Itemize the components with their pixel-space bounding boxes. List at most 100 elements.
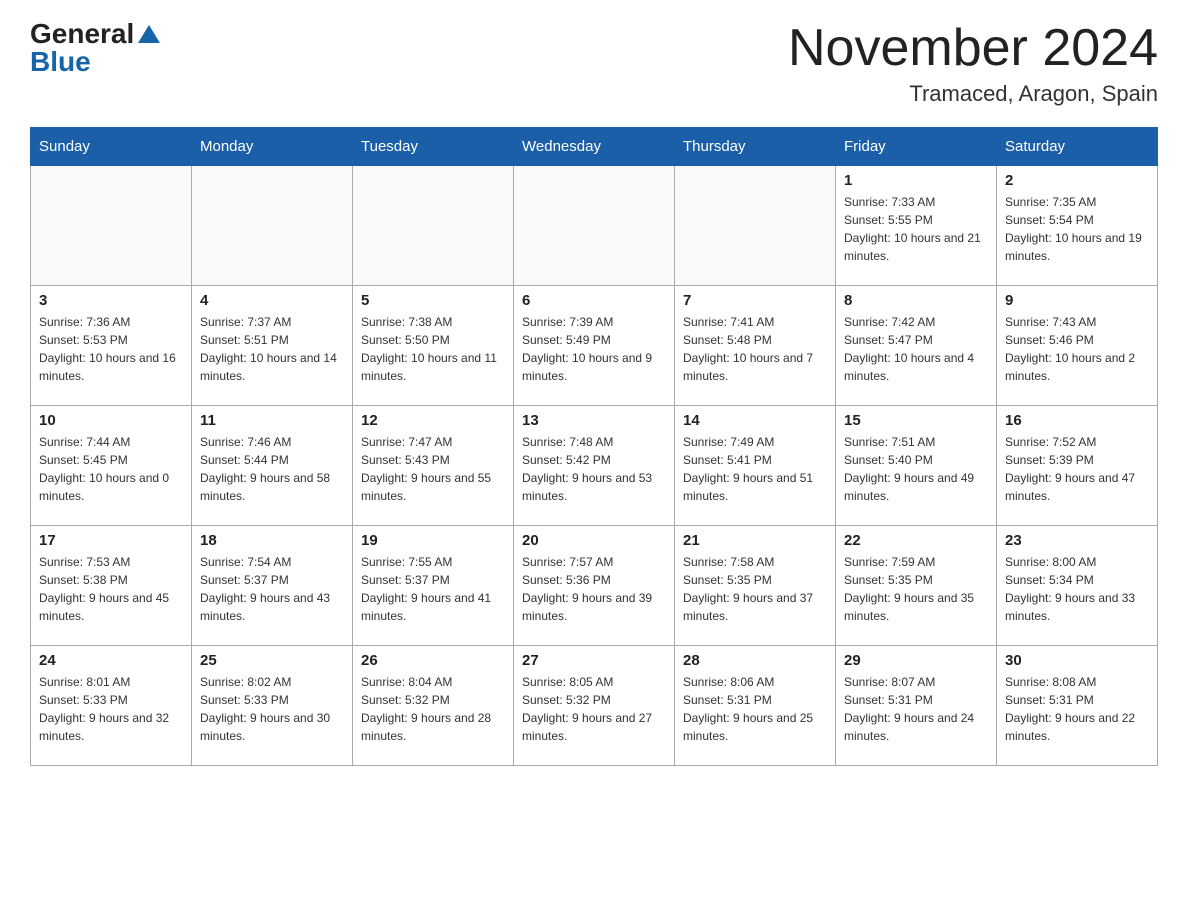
table-row: 23Sunrise: 8:00 AMSunset: 5:34 PMDayligh… xyxy=(997,526,1158,646)
table-row: 4Sunrise: 7:37 AMSunset: 5:51 PMDaylight… xyxy=(192,286,353,406)
day-info: Sunrise: 7:59 AMSunset: 5:35 PMDaylight:… xyxy=(844,553,988,625)
day-info: Sunrise: 7:55 AMSunset: 5:37 PMDaylight:… xyxy=(361,553,505,625)
day-number: 18 xyxy=(200,532,344,549)
calendar-week-row: 10 Sunrise: 7:44 AMSunset: 5:45 PMDayligh… xyxy=(31,406,1158,526)
day-number: 1 xyxy=(844,172,988,189)
calendar-week-row: 3 Sunrise: 7:36 AMSunset: 5:53 PMDaylight… xyxy=(31,286,1158,406)
table-row: 1Sunrise: 7:33 AMSunset: 5:55 PMDaylight… xyxy=(836,166,997,286)
day-info: Sunrise: 7:35 AMSunset: 5:54 PMDaylight:… xyxy=(1005,193,1149,265)
logo-blue-text: Blue xyxy=(30,48,91,76)
day-number: 4 xyxy=(200,292,344,309)
table-row: 27 Sunrise: 8:05 AMSunset: 5:32 PMDayligh… xyxy=(514,646,675,766)
day-info: Sunrise: 7:48 AMSunset: 5:42 PMDaylight:… xyxy=(522,433,666,505)
calendar-week-row: 1Sunrise: 7:33 AMSunset: 5:55 PMDaylight… xyxy=(31,166,1158,286)
col-monday: Monday xyxy=(192,128,353,166)
table-row: 30Sunrise: 8:08 AMSunset: 5:31 PMDayligh… xyxy=(997,646,1158,766)
table-row: 7 Sunrise: 7:41 AMSunset: 5:48 PMDaylight… xyxy=(675,286,836,406)
col-tuesday: Tuesday xyxy=(353,128,514,166)
day-number: 13 xyxy=(522,412,666,429)
table-row: 28 Sunrise: 8:06 AMSunset: 5:31 PMDayligh… xyxy=(675,646,836,766)
day-number: 12 xyxy=(361,412,505,429)
table-row xyxy=(514,166,675,286)
day-info: Sunrise: 7:54 AMSunset: 5:37 PMDaylight:… xyxy=(200,553,344,625)
table-row: 3 Sunrise: 7:36 AMSunset: 5:53 PMDaylight… xyxy=(31,286,192,406)
col-wednesday: Wednesday xyxy=(514,128,675,166)
table-row: 25 Sunrise: 8:02 AMSunset: 5:33 PMDayligh… xyxy=(192,646,353,766)
page-header: General Blue November 2024 Tramaced, Ara… xyxy=(30,20,1158,107)
day-number: 9 xyxy=(1005,292,1149,309)
day-info: Sunrise: 7:51 AMSunset: 5:40 PMDaylight:… xyxy=(844,433,988,505)
title-block: November 2024 Tramaced, Aragon, Spain xyxy=(788,20,1158,107)
table-row: 9 Sunrise: 7:43 AMSunset: 5:46 PMDaylight… xyxy=(997,286,1158,406)
col-saturday: Saturday xyxy=(997,128,1158,166)
table-row: 17 Sunrise: 7:53 AMSunset: 5:38 PMDayligh… xyxy=(31,526,192,646)
day-info: Sunrise: 7:36 AMSunset: 5:53 PMDaylight:… xyxy=(39,313,183,385)
day-info: Sunrise: 8:01 AMSunset: 5:33 PMDaylight:… xyxy=(39,673,183,745)
calendar-week-row: 24 Sunrise: 8:01 AMSunset: 5:33 PMDayligh… xyxy=(31,646,1158,766)
day-info: Sunrise: 7:53 AMSunset: 5:38 PMDaylight:… xyxy=(39,553,183,625)
calendar-header-row: Sunday Monday Tuesday Wednesday Thursday… xyxy=(31,128,1158,166)
table-row xyxy=(31,166,192,286)
page-title: November 2024 xyxy=(788,20,1158,77)
day-info: Sunrise: 7:58 AMSunset: 5:35 PMDaylight:… xyxy=(683,553,827,625)
table-row: 20Sunrise: 7:57 AMSunset: 5:36 PMDayligh… xyxy=(514,526,675,646)
day-number: 19 xyxy=(361,532,505,549)
day-info: Sunrise: 7:43 AMSunset: 5:46 PMDaylight:… xyxy=(1005,313,1149,385)
day-number: 28 xyxy=(683,652,827,669)
day-number: 20 xyxy=(522,532,666,549)
day-number: 8 xyxy=(844,292,988,309)
day-info: Sunrise: 7:52 AMSunset: 5:39 PMDaylight:… xyxy=(1005,433,1149,505)
day-number: 25 xyxy=(200,652,344,669)
logo: General Blue xyxy=(30,20,160,76)
day-number: 17 xyxy=(39,532,183,549)
table-row xyxy=(675,166,836,286)
col-sunday: Sunday xyxy=(31,128,192,166)
table-row: 12 Sunrise: 7:47 AMSunset: 5:43 PMDayligh… xyxy=(353,406,514,526)
table-row: 10 Sunrise: 7:44 AMSunset: 5:45 PMDayligh… xyxy=(31,406,192,526)
day-info: Sunrise: 8:00 AMSunset: 5:34 PMDaylight:… xyxy=(1005,553,1149,625)
table-row: 19 Sunrise: 7:55 AMSunset: 5:37 PMDayligh… xyxy=(353,526,514,646)
day-info: Sunrise: 7:49 AMSunset: 5:41 PMDaylight:… xyxy=(683,433,827,505)
day-info: Sunrise: 8:06 AMSunset: 5:31 PMDaylight:… xyxy=(683,673,827,745)
day-number: 14 xyxy=(683,412,827,429)
day-number: 30 xyxy=(1005,652,1149,669)
day-info: Sunrise: 8:07 AMSunset: 5:31 PMDaylight:… xyxy=(844,673,988,745)
table-row: 26Sunrise: 8:04 AMSunset: 5:32 PMDayligh… xyxy=(353,646,514,766)
day-number: 22 xyxy=(844,532,988,549)
table-row: 21Sunrise: 7:58 AMSunset: 5:35 PMDayligh… xyxy=(675,526,836,646)
table-row: 6 Sunrise: 7:39 AMSunset: 5:49 PMDaylight… xyxy=(514,286,675,406)
table-row: 22 Sunrise: 7:59 AMSunset: 5:35 PMDayligh… xyxy=(836,526,997,646)
day-info: Sunrise: 8:04 AMSunset: 5:32 PMDaylight:… xyxy=(361,673,505,745)
table-row: 11 Sunrise: 7:46 AMSunset: 5:44 PMDayligh… xyxy=(192,406,353,526)
table-row: 5Sunrise: 7:38 AMSunset: 5:50 PMDaylight… xyxy=(353,286,514,406)
day-number: 16 xyxy=(1005,412,1149,429)
day-info: Sunrise: 7:39 AMSunset: 5:49 PMDaylight:… xyxy=(522,313,666,385)
table-row xyxy=(192,166,353,286)
day-number: 11 xyxy=(200,412,344,429)
col-friday: Friday xyxy=(836,128,997,166)
day-info: Sunrise: 7:44 AMSunset: 5:45 PMDaylight:… xyxy=(39,433,183,505)
day-number: 7 xyxy=(683,292,827,309)
day-number: 29 xyxy=(844,652,988,669)
day-number: 27 xyxy=(522,652,666,669)
day-number: 15 xyxy=(844,412,988,429)
table-row: 29 Sunrise: 8:07 AMSunset: 5:31 PMDayligh… xyxy=(836,646,997,766)
table-row: 24 Sunrise: 8:01 AMSunset: 5:33 PMDayligh… xyxy=(31,646,192,766)
day-info: Sunrise: 7:42 AMSunset: 5:47 PMDaylight:… xyxy=(844,313,988,385)
logo-general-text: General xyxy=(30,20,134,48)
day-number: 24 xyxy=(39,652,183,669)
day-number: 10 xyxy=(39,412,183,429)
table-row: 15 Sunrise: 7:51 AMSunset: 5:40 PMDayligh… xyxy=(836,406,997,526)
day-info: Sunrise: 8:02 AMSunset: 5:33 PMDaylight:… xyxy=(200,673,344,745)
table-row: 16 Sunrise: 7:52 AMSunset: 5:39 PMDayligh… xyxy=(997,406,1158,526)
day-number: 3 xyxy=(39,292,183,309)
day-info: Sunrise: 8:05 AMSunset: 5:32 PMDaylight:… xyxy=(522,673,666,745)
calendar-week-row: 17 Sunrise: 7:53 AMSunset: 5:38 PMDayligh… xyxy=(31,526,1158,646)
table-row: 13 Sunrise: 7:48 AMSunset: 5:42 PMDayligh… xyxy=(514,406,675,526)
day-info: Sunrise: 7:41 AMSunset: 5:48 PMDaylight:… xyxy=(683,313,827,385)
col-thursday: Thursday xyxy=(675,128,836,166)
day-number: 6 xyxy=(522,292,666,309)
table-row: 2Sunrise: 7:35 AMSunset: 5:54 PMDaylight… xyxy=(997,166,1158,286)
day-info: Sunrise: 7:46 AMSunset: 5:44 PMDaylight:… xyxy=(200,433,344,505)
day-info: Sunrise: 7:47 AMSunset: 5:43 PMDaylight:… xyxy=(361,433,505,505)
